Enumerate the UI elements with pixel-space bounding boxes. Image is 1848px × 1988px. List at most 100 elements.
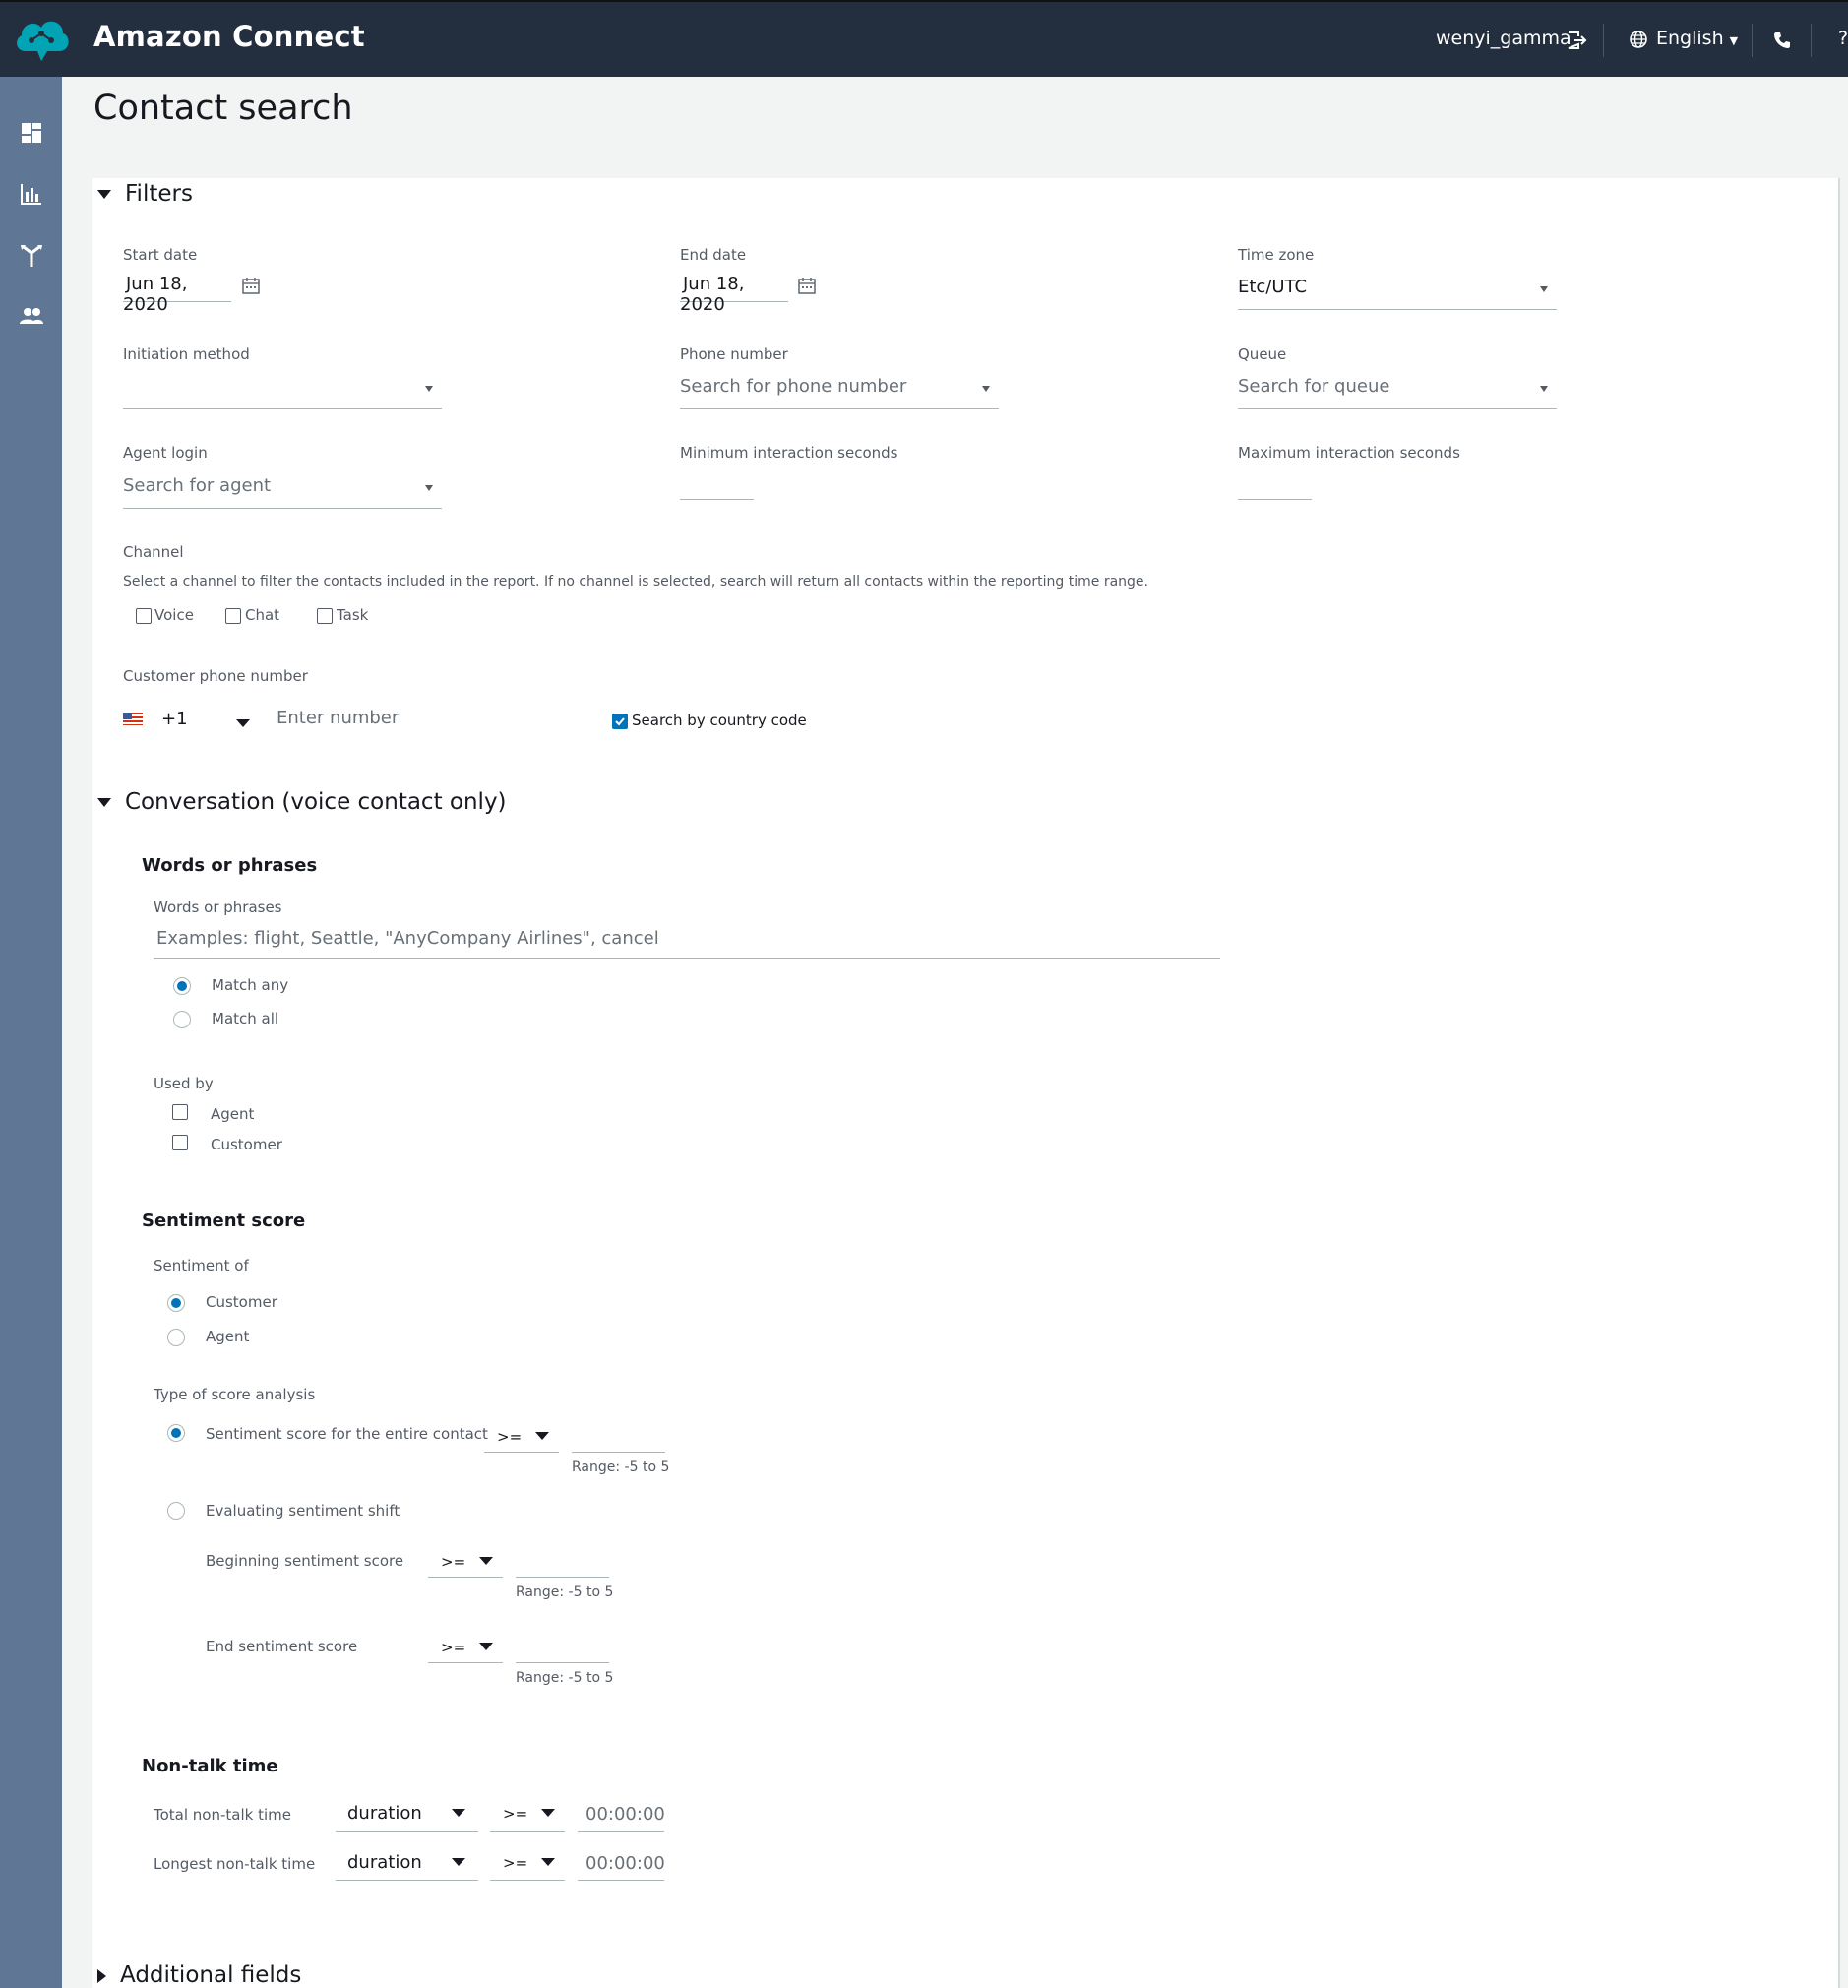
agent-login-select[interactable]: Search for agent bbox=[123, 475, 442, 509]
dropdown-arrow-icon bbox=[982, 386, 990, 392]
match-all-radio[interactable] bbox=[173, 1011, 191, 1028]
search-by-country-code-checkbox[interactable] bbox=[612, 714, 628, 729]
us-flag-icon[interactable] bbox=[123, 713, 143, 725]
additional-fields-heading: Additional fields bbox=[120, 1962, 302, 1988]
country-code[interactable]: +1 bbox=[161, 709, 188, 729]
beginning-score-input[interactable] bbox=[516, 1545, 609, 1578]
entire-contact-radio[interactable] bbox=[167, 1424, 185, 1442]
sentiment-agent-radio[interactable] bbox=[167, 1329, 185, 1346]
routing-icon[interactable] bbox=[18, 241, 45, 269]
chat-label: Chat bbox=[245, 606, 280, 624]
chat-checkbox[interactable] bbox=[225, 608, 241, 624]
voice-label: Voice bbox=[154, 606, 194, 624]
match-any-label: Match any bbox=[212, 976, 289, 994]
operator-value: >= bbox=[441, 1553, 466, 1571]
globe-icon bbox=[1629, 30, 1648, 53]
amazon-connect-logo-icon[interactable] bbox=[12, 14, 73, 65]
min-seconds-input[interactable] bbox=[680, 473, 754, 500]
filters-section-toggle[interactable]: Filters bbox=[97, 181, 193, 207]
dropdown-arrow-icon bbox=[452, 1809, 465, 1817]
customer-phone-placeholder: Enter number bbox=[277, 708, 400, 728]
end-date-value: Jun 18, 2020 bbox=[680, 274, 745, 315]
channel-help-text: Select a channel to filter the contacts … bbox=[123, 574, 1148, 590]
words-heading: Words or phrases bbox=[142, 855, 318, 876]
unit-value: duration bbox=[347, 1803, 422, 1824]
sentiment-agent-label: Agent bbox=[206, 1328, 250, 1345]
phone-icon[interactable] bbox=[1772, 31, 1792, 54]
used-by-label: Used by bbox=[154, 1075, 214, 1092]
page-title: Contact search bbox=[93, 89, 353, 128]
longest-non-talk-operator-select[interactable]: >= bbox=[490, 1846, 565, 1881]
entire-contact-score-input[interactable] bbox=[572, 1420, 665, 1453]
end-operator-select[interactable]: >= bbox=[428, 1631, 503, 1663]
country-dropdown-icon[interactable] bbox=[236, 719, 250, 727]
phone-number-label: Phone number bbox=[680, 345, 788, 363]
end-score-input[interactable] bbox=[516, 1631, 609, 1663]
entire-contact-operator-select[interactable]: >= bbox=[484, 1420, 559, 1453]
voice-checkbox[interactable] bbox=[136, 608, 152, 624]
dropdown-arrow-icon bbox=[479, 1557, 493, 1565]
calendar-icon[interactable] bbox=[797, 276, 817, 299]
dropdown-arrow-icon bbox=[1540, 386, 1548, 392]
time-zone-label: Time zone bbox=[1238, 246, 1315, 264]
dropdown-arrow-icon bbox=[541, 1858, 555, 1866]
non-talk-heading: Non-talk time bbox=[142, 1756, 278, 1776]
longest-non-talk-unit-select[interactable]: duration bbox=[336, 1846, 478, 1881]
customer-phone-input[interactable]: Enter number bbox=[277, 708, 473, 735]
words-placeholder: Examples: flight, Seattle, "AnyCompany A… bbox=[156, 928, 659, 949]
phone-number-placeholder: Search for phone number bbox=[680, 376, 907, 397]
used-by-agent-label: Agent bbox=[211, 1105, 255, 1123]
operator-value: >= bbox=[497, 1428, 523, 1446]
start-date-input[interactable]: Jun 18, 2020 bbox=[123, 274, 231, 315]
match-any-radio[interactable] bbox=[173, 977, 191, 995]
end-date-input[interactable]: Jun 18, 2020 bbox=[680, 274, 788, 315]
sentiment-heading: Sentiment score bbox=[142, 1211, 306, 1231]
sentiment-customer-radio[interactable] bbox=[167, 1294, 185, 1312]
logout-icon[interactable] bbox=[1567, 30, 1588, 55]
time-zone-value: Etc/UTC bbox=[1238, 277, 1308, 297]
beginning-operator-select[interactable]: >= bbox=[428, 1545, 503, 1578]
entire-contact-label: Sentiment score for the entire contact bbox=[206, 1425, 488, 1443]
used-by-agent-checkbox[interactable] bbox=[172, 1104, 188, 1120]
queue-select[interactable]: Search for queue bbox=[1238, 376, 1557, 409]
end-score-label: End sentiment score bbox=[206, 1638, 358, 1655]
total-non-talk-time-input[interactable]: 00:00:00 bbox=[578, 1797, 665, 1832]
total-non-talk-unit-select[interactable]: duration bbox=[336, 1797, 478, 1832]
sentiment-shift-radio[interactable] bbox=[167, 1502, 185, 1520]
dashboard-icon[interactable] bbox=[18, 119, 45, 147]
top-nav-bar: Amazon Connect wenyi_gamma English ▼ ? bbox=[0, 0, 1848, 77]
conversation-section-toggle[interactable]: Conversation (voice contact only) bbox=[97, 789, 507, 815]
help-icon[interactable]: ? bbox=[1838, 28, 1848, 49]
dropdown-arrow-icon bbox=[535, 1432, 549, 1440]
operator-value: >= bbox=[503, 1805, 528, 1823]
match-all-label: Match all bbox=[212, 1010, 279, 1027]
initiation-method-select[interactable] bbox=[123, 376, 442, 409]
longest-non-talk-time-input[interactable]: 00:00:00 bbox=[578, 1846, 665, 1881]
max-seconds-input[interactable] bbox=[1238, 473, 1312, 500]
separator bbox=[1752, 24, 1753, 57]
words-input[interactable]: Examples: flight, Seattle, "AnyCompany A… bbox=[154, 928, 1220, 959]
max-seconds-label: Maximum interaction seconds bbox=[1238, 444, 1460, 462]
time-placeholder: 00:00:00 bbox=[585, 1804, 665, 1825]
time-placeholder: 00:00:00 bbox=[585, 1853, 665, 1874]
language-selector[interactable]: English ▼ bbox=[1656, 28, 1738, 49]
task-checkbox[interactable] bbox=[317, 608, 333, 624]
dropdown-arrow-icon bbox=[541, 1809, 555, 1817]
app-brand: Amazon Connect bbox=[93, 20, 365, 53]
calendar-icon[interactable] bbox=[241, 276, 261, 299]
used-by-customer-checkbox[interactable] bbox=[172, 1135, 188, 1150]
entire-contact-range: Range: -5 to 5 bbox=[572, 1460, 670, 1475]
agent-login-label: Agent login bbox=[123, 444, 208, 462]
chevron-down-icon: ▼ bbox=[1729, 34, 1739, 47]
agent-login-placeholder: Search for agent bbox=[123, 475, 272, 496]
end-range: Range: -5 to 5 bbox=[516, 1670, 614, 1686]
separator bbox=[1811, 24, 1812, 57]
users-icon[interactable] bbox=[18, 302, 45, 330]
analysis-type-label: Type of score analysis bbox=[154, 1386, 316, 1403]
phone-number-select[interactable]: Search for phone number bbox=[680, 376, 999, 409]
time-zone-select[interactable]: Etc/UTC bbox=[1238, 277, 1557, 310]
total-non-talk-label: Total non-talk time bbox=[154, 1806, 291, 1824]
total-non-talk-operator-select[interactable]: >= bbox=[490, 1797, 565, 1832]
metrics-icon[interactable] bbox=[18, 180, 45, 208]
additional-fields-toggle[interactable]: Additional fields bbox=[97, 1962, 301, 1988]
